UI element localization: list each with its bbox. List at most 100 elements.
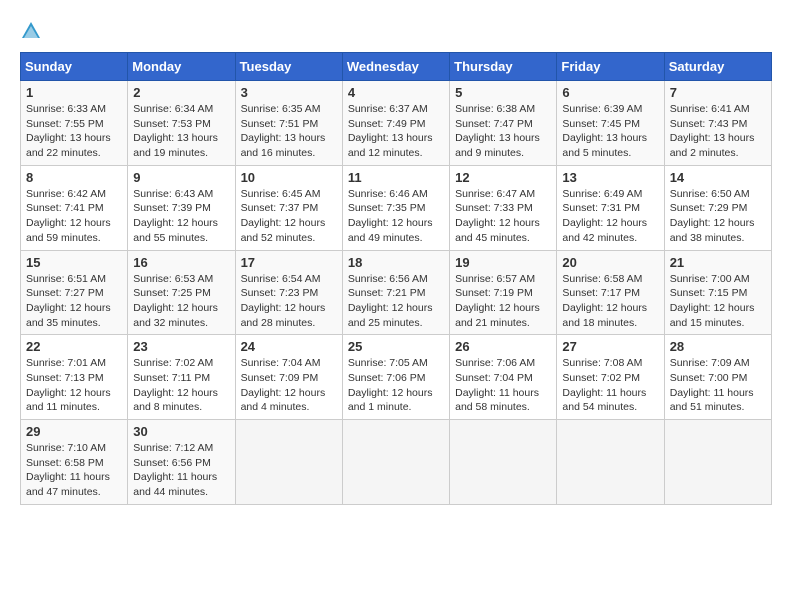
daylight-text: Daylight: 12 hours and 32 minutes. — [133, 301, 229, 330]
calendar-cell: 18Sunrise: 6:56 AMSunset: 7:21 PMDayligh… — [342, 250, 449, 335]
header — [20, 20, 772, 42]
day-number: 5 — [455, 85, 551, 100]
sunset-text: Sunset: 7:29 PM — [670, 201, 766, 216]
sunrise-text: Sunrise: 6:46 AM — [348, 187, 444, 202]
daylight-text: Daylight: 12 hours and 42 minutes. — [562, 216, 658, 245]
sunset-text: Sunset: 7:55 PM — [26, 117, 122, 132]
sunset-text: Sunset: 7:02 PM — [562, 371, 658, 386]
day-info: Sunrise: 7:01 AMSunset: 7:13 PMDaylight:… — [26, 356, 122, 415]
sunrise-text: Sunrise: 6:54 AM — [241, 272, 337, 287]
day-info: Sunrise: 6:45 AMSunset: 7:37 PMDaylight:… — [241, 187, 337, 246]
daylight-text: Daylight: 12 hours and 55 minutes. — [133, 216, 229, 245]
day-info: Sunrise: 6:54 AMSunset: 7:23 PMDaylight:… — [241, 272, 337, 331]
sunset-text: Sunset: 7:17 PM — [562, 286, 658, 301]
sunset-text: Sunset: 7:06 PM — [348, 371, 444, 386]
day-info: Sunrise: 7:00 AMSunset: 7:15 PMDaylight:… — [670, 272, 766, 331]
calendar-cell: 8 Sunrise: 6:42 AMSunset: 7:41 PMDaylight… — [21, 165, 128, 250]
sunset-text: Sunset: 7:37 PM — [241, 201, 337, 216]
daylight-text: Daylight: 11 hours and 47 minutes. — [26, 470, 122, 499]
calendar-cell: 1Sunrise: 6:33 AMSunset: 7:55 PMDaylight… — [21, 81, 128, 166]
day-number: 16 — [133, 255, 229, 270]
calendar-cell: 17 Sunrise: 6:54 AMSunset: 7:23 PMDayligh… — [235, 250, 342, 335]
day-info: Sunrise: 7:08 AMSunset: 7:02 PMDaylight:… — [562, 356, 658, 415]
calendar-cell: 22 Sunrise: 7:01 AMSunset: 7:13 PMDayligh… — [21, 335, 128, 420]
day-info: Sunrise: 7:06 AMSunset: 7:04 PMDaylight:… — [455, 356, 551, 415]
daylight-text: Daylight: 12 hours and 38 minutes. — [670, 216, 766, 245]
day-number: 11 — [348, 170, 444, 185]
day-info: Sunrise: 6:35 AMSunset: 7:51 PMDaylight:… — [241, 102, 337, 161]
day-info: Sunrise: 6:53 AMSunset: 7:25 PMDaylight:… — [133, 272, 229, 331]
daylight-text: Daylight: 12 hours and 1 minute. — [348, 386, 444, 415]
day-info: Sunrise: 7:09 AMSunset: 7:00 PMDaylight:… — [670, 356, 766, 415]
sunset-text: Sunset: 7:35 PM — [348, 201, 444, 216]
sunset-text: Sunset: 7:23 PM — [241, 286, 337, 301]
day-info: Sunrise: 7:12 AMSunset: 6:56 PMDaylight:… — [133, 441, 229, 500]
calendar-cell: 15Sunrise: 6:51 AMSunset: 7:27 PMDayligh… — [21, 250, 128, 335]
day-number: 2 — [133, 85, 229, 100]
sunset-text: Sunset: 7:09 PM — [241, 371, 337, 386]
calendar-cell: 16 Sunrise: 6:53 AMSunset: 7:25 PMDayligh… — [128, 250, 235, 335]
calendar-cell: 14Sunrise: 6:50 AMSunset: 7:29 PMDayligh… — [664, 165, 771, 250]
sunrise-text: Sunrise: 6:41 AM — [670, 102, 766, 117]
daylight-text: Daylight: 12 hours and 21 minutes. — [455, 301, 551, 330]
sunrise-text: Sunrise: 7:01 AM — [26, 356, 122, 371]
sunrise-text: Sunrise: 6:33 AM — [26, 102, 122, 117]
day-number: 10 — [241, 170, 337, 185]
sunset-text: Sunset: 6:56 PM — [133, 456, 229, 471]
weekday-header-row: SundayMondayTuesdayWednesdayThursdayFrid… — [21, 53, 772, 81]
sunrise-text: Sunrise: 6:34 AM — [133, 102, 229, 117]
sunset-text: Sunset: 7:21 PM — [348, 286, 444, 301]
daylight-text: Daylight: 11 hours and 54 minutes. — [562, 386, 658, 415]
day-number: 30 — [133, 424, 229, 439]
weekday-header: Saturday — [664, 53, 771, 81]
day-number: 7 — [670, 85, 766, 100]
calendar-cell: 21Sunrise: 7:00 AMSunset: 7:15 PMDayligh… — [664, 250, 771, 335]
sunset-text: Sunset: 7:13 PM — [26, 371, 122, 386]
daylight-text: Daylight: 12 hours and 15 minutes. — [670, 301, 766, 330]
daylight-text: Daylight: 12 hours and 11 minutes. — [26, 386, 122, 415]
sunrise-text: Sunrise: 6:45 AM — [241, 187, 337, 202]
calendar-cell: 28Sunrise: 7:09 AMSunset: 7:00 PMDayligh… — [664, 335, 771, 420]
sunset-text: Sunset: 7:41 PM — [26, 201, 122, 216]
calendar-cell: 29Sunrise: 7:10 AMSunset: 6:58 PMDayligh… — [21, 420, 128, 505]
sunrise-text: Sunrise: 7:00 AM — [670, 272, 766, 287]
sunset-text: Sunset: 7:39 PM — [133, 201, 229, 216]
day-number: 17 — [241, 255, 337, 270]
day-number: 18 — [348, 255, 444, 270]
day-info: Sunrise: 7:10 AMSunset: 6:58 PMDaylight:… — [26, 441, 122, 500]
daylight-text: Daylight: 13 hours and 12 minutes. — [348, 131, 444, 160]
day-number: 24 — [241, 339, 337, 354]
calendar-cell — [664, 420, 771, 505]
day-info: Sunrise: 6:33 AMSunset: 7:55 PMDaylight:… — [26, 102, 122, 161]
weekday-header: Friday — [557, 53, 664, 81]
daylight-text: Daylight: 12 hours and 4 minutes. — [241, 386, 337, 415]
day-number: 22 — [26, 339, 122, 354]
sunset-text: Sunset: 7:53 PM — [133, 117, 229, 132]
sunrise-text: Sunrise: 7:10 AM — [26, 441, 122, 456]
daylight-text: Daylight: 12 hours and 25 minutes. — [348, 301, 444, 330]
sunset-text: Sunset: 7:31 PM — [562, 201, 658, 216]
sunrise-text: Sunrise: 6:43 AM — [133, 187, 229, 202]
daylight-text: Daylight: 12 hours and 35 minutes. — [26, 301, 122, 330]
calendar-cell: 12Sunrise: 6:47 AMSunset: 7:33 PMDayligh… — [450, 165, 557, 250]
calendar-week-row: 15Sunrise: 6:51 AMSunset: 7:27 PMDayligh… — [21, 250, 772, 335]
day-info: Sunrise: 6:38 AMSunset: 7:47 PMDaylight:… — [455, 102, 551, 161]
day-info: Sunrise: 6:51 AMSunset: 7:27 PMDaylight:… — [26, 272, 122, 331]
daylight-text: Daylight: 12 hours and 45 minutes. — [455, 216, 551, 245]
daylight-text: Daylight: 12 hours and 52 minutes. — [241, 216, 337, 245]
weekday-header: Wednesday — [342, 53, 449, 81]
daylight-text: Daylight: 13 hours and 16 minutes. — [241, 131, 337, 160]
day-info: Sunrise: 6:42 AMSunset: 7:41 PMDaylight:… — [26, 187, 122, 246]
sunset-text: Sunset: 7:25 PM — [133, 286, 229, 301]
day-number: 12 — [455, 170, 551, 185]
weekday-header: Monday — [128, 53, 235, 81]
daylight-text: Daylight: 11 hours and 58 minutes. — [455, 386, 551, 415]
day-info: Sunrise: 6:37 AMSunset: 7:49 PMDaylight:… — [348, 102, 444, 161]
calendar-cell: 9Sunrise: 6:43 AMSunset: 7:39 PMDaylight… — [128, 165, 235, 250]
calendar-week-row: 29Sunrise: 7:10 AMSunset: 6:58 PMDayligh… — [21, 420, 772, 505]
sunrise-text: Sunrise: 6:42 AM — [26, 187, 122, 202]
day-number: 8 — [26, 170, 122, 185]
sunset-text: Sunset: 6:58 PM — [26, 456, 122, 471]
day-number: 4 — [348, 85, 444, 100]
calendar-cell: 13Sunrise: 6:49 AMSunset: 7:31 PMDayligh… — [557, 165, 664, 250]
